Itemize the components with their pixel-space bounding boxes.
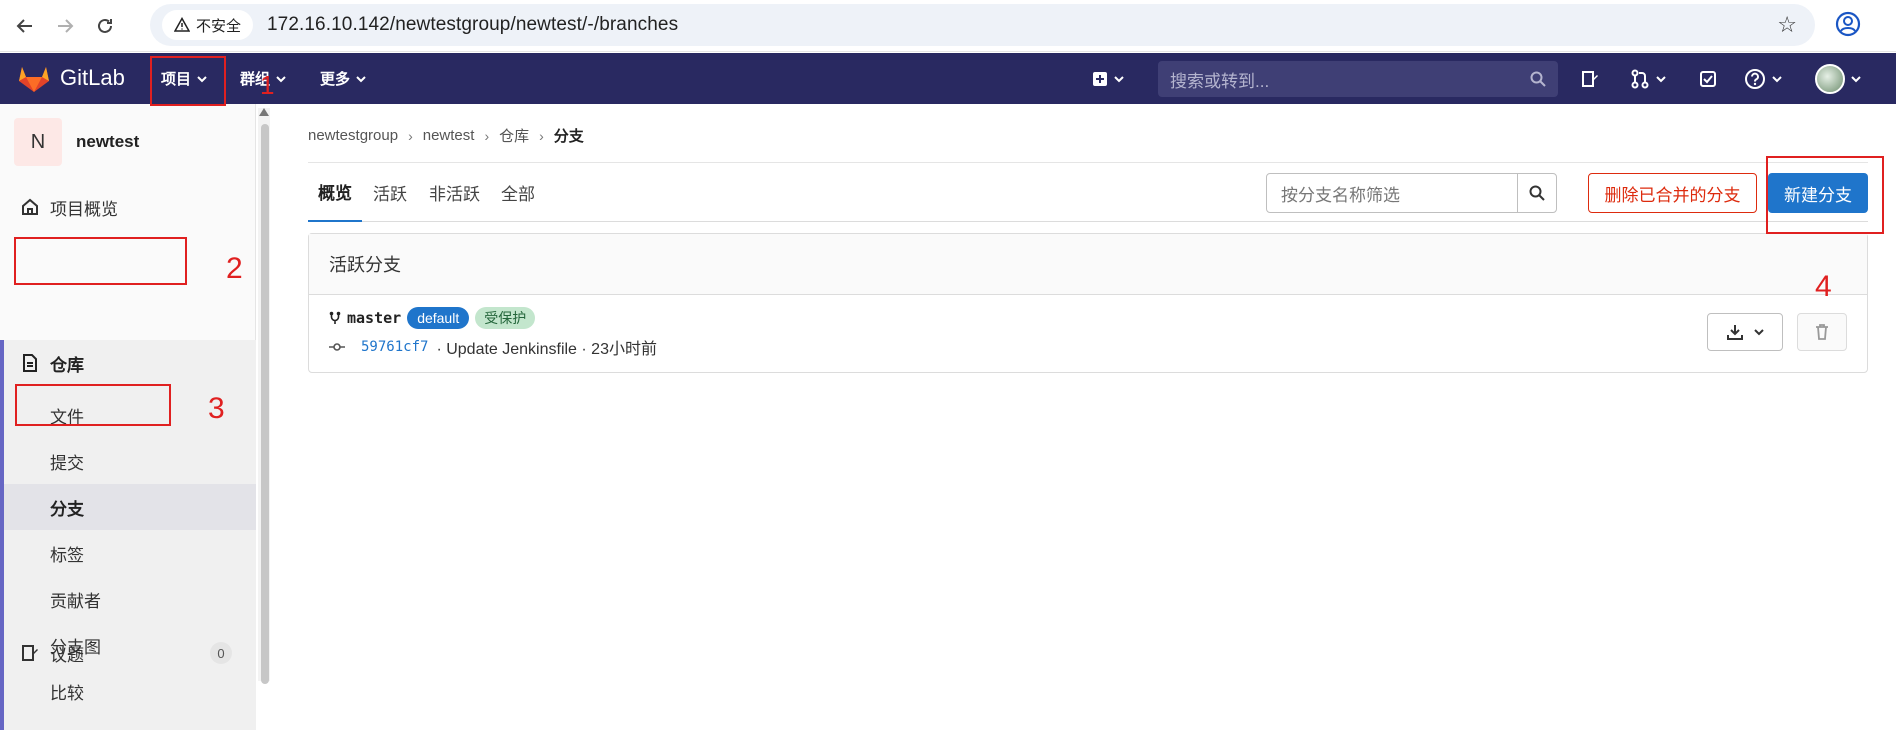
search-icon bbox=[1529, 185, 1545, 201]
issues-icon bbox=[22, 645, 38, 661]
security-chip[interactable]: 不安全 bbox=[162, 10, 254, 40]
tab-stale[interactable]: 非活跃 bbox=[429, 163, 480, 222]
annotation-number-3: 3 bbox=[208, 392, 225, 425]
issues-nav-button[interactable] bbox=[1580, 53, 1600, 104]
branch-filter-placeholder: 按分支名称筛选 bbox=[1281, 185, 1400, 205]
breadcrumb-chevron-icon: › bbox=[484, 127, 490, 144]
chevron-down-icon bbox=[1772, 75, 1782, 82]
sidebar-item-issues[interactable]: 议题 0 bbox=[0, 630, 256, 676]
download-button[interactable] bbox=[1707, 313, 1783, 351]
sidebar-item-repository-label: 仓库 bbox=[50, 355, 84, 375]
delete-branch-button[interactable] bbox=[1797, 313, 1847, 351]
protected-badge: 受保护 bbox=[475, 307, 536, 329]
global-search-placeholder: 搜索或转到... bbox=[1170, 71, 1270, 91]
sidebar-item-overview[interactable]: 项目概览 bbox=[0, 184, 256, 230]
document-icon bbox=[23, 354, 37, 372]
tab-active[interactable]: 活跃 bbox=[373, 163, 407, 222]
annotation-number-2: 2 bbox=[226, 252, 243, 285]
annotation-number-1: 1 bbox=[260, 70, 275, 100]
todo-button[interactable] bbox=[1698, 53, 1718, 104]
chevron-down-icon bbox=[356, 75, 366, 82]
commit-message: · Update Jenkinsfile · 23小时前 bbox=[436, 341, 657, 358]
address-bar[interactable]: 不安全 172.16.10.142/newtestgroup/newtest/-… bbox=[150, 4, 1815, 46]
branch-row: master default 受保护 59761cf7 · Update Jen… bbox=[309, 295, 1867, 373]
chevron-down-icon bbox=[1114, 75, 1124, 82]
forward-icon[interactable] bbox=[50, 11, 80, 41]
annotation-box-2 bbox=[14, 237, 187, 285]
sidebar-scroll-thumb[interactable] bbox=[261, 124, 269, 684]
breadcrumb-repository[interactable]: 仓库 bbox=[499, 125, 529, 146]
commit-sha-link[interactable]: 59761cf7 bbox=[361, 339, 428, 355]
download-icon bbox=[1727, 325, 1743, 340]
sidebar-item-overview-label: 项目概览 bbox=[50, 199, 118, 219]
branch-filter-input[interactable]: 按分支名称筛选 bbox=[1266, 173, 1518, 213]
breadcrumb-group[interactable]: newtestgroup bbox=[308, 127, 398, 144]
merge-requests-button[interactable] bbox=[1630, 53, 1666, 104]
filter-search-button[interactable] bbox=[1517, 173, 1557, 213]
scroll-up-arrow-icon[interactable] bbox=[259, 108, 269, 116]
branch-name-link[interactable]: master bbox=[347, 309, 401, 327]
insecure-label: 不安全 bbox=[196, 17, 242, 35]
gitlab-wordmark: GitLab bbox=[60, 65, 125, 90]
help-button[interactable] bbox=[1744, 53, 1782, 104]
browser-toolbar: 不安全 172.16.10.142/newtestgroup/newtest/-… bbox=[0, 0, 1896, 52]
breadcrumb-chevron-icon: › bbox=[539, 127, 544, 144]
tanuki-icon bbox=[19, 67, 49, 92]
help-icon bbox=[1745, 68, 1765, 89]
default-badge: default bbox=[407, 307, 470, 329]
project-name: newtest bbox=[76, 132, 140, 151]
user-menu-button[interactable] bbox=[1815, 53, 1861, 104]
breadcrumb-branches[interactable]: 分支 bbox=[554, 125, 584, 146]
sidebar-project-header[interactable]: N newtest bbox=[14, 118, 139, 166]
active-branches-panel: 活跃分支 master default 受保护 59761cf7 · Updat… bbox=[308, 233, 1868, 373]
todo-check-icon bbox=[1700, 70, 1716, 87]
gitlab-logo[interactable]: GitLab bbox=[18, 63, 125, 93]
url-text[interactable]: 172.16.10.142/newtestgroup/newtest/-/bra… bbox=[267, 14, 678, 36]
reload-icon[interactable] bbox=[90, 11, 120, 41]
chevron-down-icon bbox=[276, 75, 286, 82]
issues-icon bbox=[1582, 70, 1598, 87]
delete-merged-branches-button[interactable]: 删除已合并的分支 bbox=[1588, 173, 1757, 213]
global-search-input[interactable]: 搜索或转到... bbox=[1158, 61, 1558, 97]
chevron-down-icon bbox=[1851, 75, 1861, 82]
chevron-down-icon bbox=[1656, 75, 1666, 82]
sidebar-item-contributors[interactable]: 贡献者 bbox=[4, 576, 256, 622]
trash-icon bbox=[1816, 324, 1828, 340]
tab-all[interactable]: 全部 bbox=[501, 163, 535, 222]
breadcrumb-chevron-icon: › bbox=[408, 127, 413, 144]
user-avatar bbox=[1815, 63, 1845, 94]
menu-more[interactable]: 更多 bbox=[320, 53, 366, 104]
annotation-box-4 bbox=[1766, 156, 1884, 234]
warning-icon bbox=[174, 17, 190, 32]
merge-request-icon bbox=[1631, 69, 1649, 88]
create-new-button[interactable] bbox=[1092, 53, 1124, 104]
commit-line: 59761cf7 · Update Jenkinsfile · 23小时前 bbox=[329, 335, 657, 359]
annotation-box-3 bbox=[15, 384, 171, 426]
annotation-box-1 bbox=[150, 56, 226, 106]
plus-square-icon bbox=[1093, 71, 1107, 86]
panel-title: 活跃分支 bbox=[309, 234, 1867, 295]
commit-icon bbox=[329, 343, 345, 351]
sidebar-item-issues-label: 议题 bbox=[50, 645, 84, 665]
home-icon bbox=[22, 198, 38, 215]
sidebar-item-commits[interactable]: 提交 bbox=[4, 438, 256, 484]
breadcrumb-project[interactable]: newtest bbox=[423, 127, 475, 144]
chevron-down-icon bbox=[1754, 329, 1764, 336]
sidebar-item-branches[interactable]: 分支 bbox=[4, 484, 256, 530]
browser-profile-icon[interactable] bbox=[1834, 10, 1862, 38]
tab-overview[interactable]: 概览 bbox=[308, 163, 362, 222]
branch-line: master default 受保护 bbox=[329, 307, 536, 329]
menu-more-label: 更多 bbox=[320, 71, 351, 88]
sidebar-item-repository[interactable]: 仓库 bbox=[0, 340, 256, 386]
bookmark-star-icon[interactable]: ☆ bbox=[1777, 12, 1797, 38]
sidebar-item-tags[interactable]: 标签 bbox=[4, 530, 256, 576]
project-avatar: N bbox=[14, 118, 62, 166]
gitlab-top-nav: GitLab 项目 群组 更多 搜索或转到... bbox=[0, 53, 1896, 104]
branch-icon bbox=[329, 311, 341, 324]
back-icon[interactable] bbox=[10, 11, 40, 41]
search-icon bbox=[1530, 71, 1546, 87]
annotation-number-4: 4 bbox=[1815, 270, 1832, 303]
breadcrumb: newtestgroup › newtest › 仓库 › 分支 bbox=[308, 125, 584, 146]
issues-count-badge: 0 bbox=[210, 642, 232, 664]
